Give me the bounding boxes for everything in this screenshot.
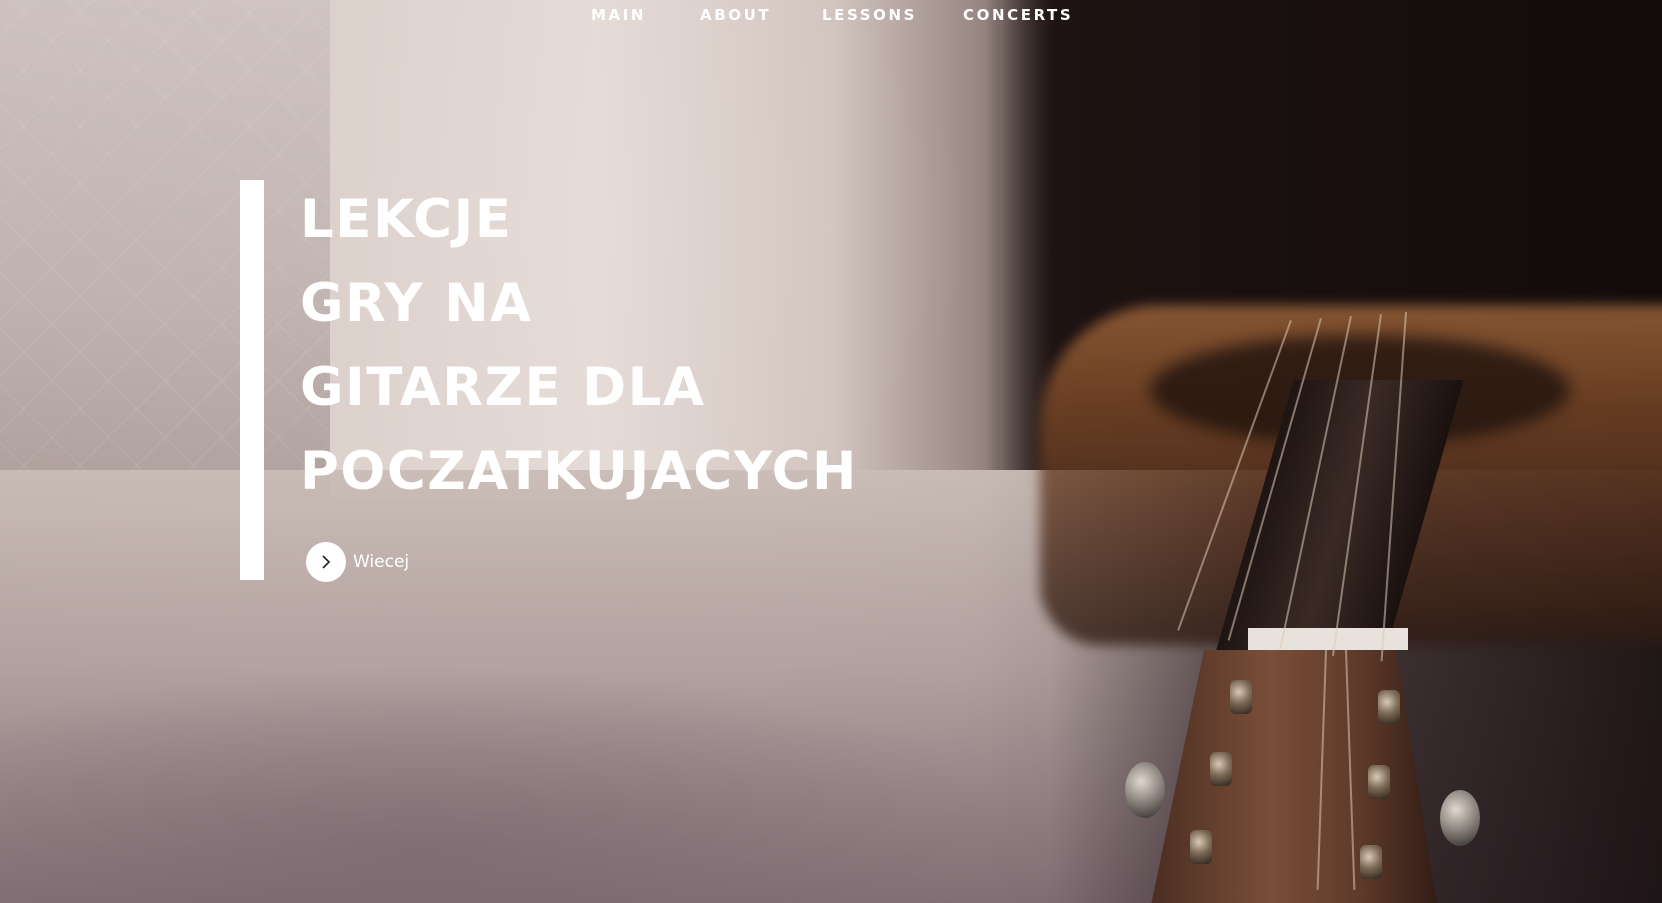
- headline-line: GITARZE DLA: [300, 357, 706, 418]
- more-button-label[interactable]: Wiecej: [353, 552, 409, 572]
- headline-line: POCZATKUJACYCH: [300, 441, 858, 502]
- tuning-peg: [1210, 752, 1232, 786]
- chevron-right-icon[interactable]: [306, 542, 346, 582]
- tuning-peg: [1368, 765, 1390, 799]
- tuning-button: [1440, 790, 1480, 846]
- headline-line: GRY NA: [300, 273, 533, 334]
- tuning-peg: [1378, 690, 1400, 724]
- headline-line: LEKCJE: [300, 189, 513, 250]
- nav-item-about[interactable]: ABOUT: [700, 6, 771, 24]
- nav-item-lessons[interactable]: LESSONS: [822, 6, 917, 24]
- hero-headline: LEKCJE GRY NA GITARZE DLA POCZATKUJACYCH: [300, 178, 940, 514]
- nav-item-main[interactable]: MAIN: [591, 6, 646, 24]
- nav-item-concerts[interactable]: CONCERTS: [963, 6, 1073, 24]
- tuning-peg: [1230, 680, 1252, 714]
- tuning-button: [1125, 762, 1165, 818]
- tuning-peg: [1190, 830, 1212, 864]
- main-nav: MAIN ABOUT LESSONS CONCERTS: [0, 6, 1662, 28]
- tuning-peg: [1360, 845, 1382, 879]
- headline-accent-bar: [240, 180, 264, 580]
- more-button[interactable]: Wiecej: [306, 542, 409, 582]
